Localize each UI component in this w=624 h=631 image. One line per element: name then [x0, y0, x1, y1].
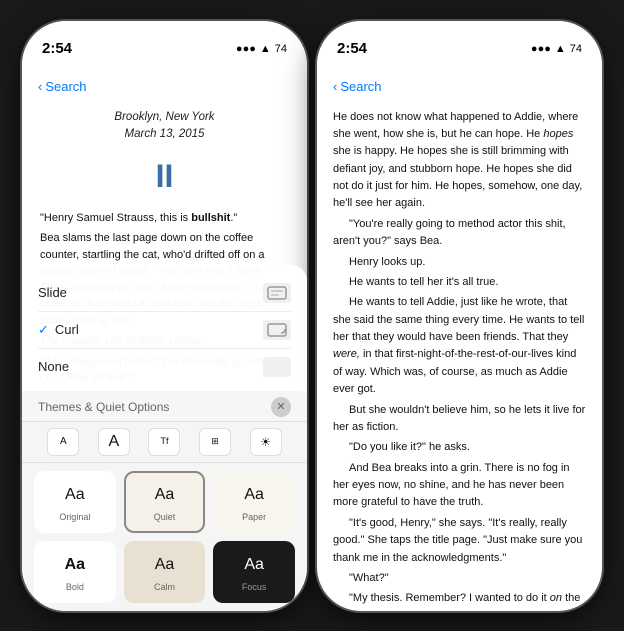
status-bar-right: 2:54 ●●● ▲ 74	[317, 21, 602, 65]
overlay-panel: Slide ✓ Curl	[22, 265, 307, 611]
font-controls: A A Tf ⊞ ☀	[22, 421, 307, 463]
theme-calm[interactable]: Aa Calm	[124, 541, 206, 603]
scroll-option-curl[interactable]: ✓ Curl	[38, 312, 291, 349]
brightness-button[interactable]: ☀	[250, 428, 282, 456]
scroll-option-slide[interactable]: Slide	[38, 275, 291, 312]
none-icon	[263, 357, 291, 377]
theme-quiet-name: Quiet	[154, 511, 176, 525]
theme-focus-aa: Aa	[244, 553, 264, 578]
theme-bold[interactable]: Aa Bold	[34, 541, 116, 603]
battery-icon: 74	[275, 43, 287, 55]
curl-label: Curl	[55, 320, 79, 340]
time-right: 2:54	[337, 40, 367, 57]
chapter-number: II	[40, 152, 289, 202]
scroll-options: Slide ✓ Curl	[22, 265, 307, 391]
time-left: 2:54	[42, 40, 72, 57]
back-button-left[interactable]: ‹ Search	[38, 79, 87, 94]
slide-label: Slide	[38, 283, 67, 303]
status-icons-right: ●●● ▲ 74	[531, 43, 582, 55]
back-chevron-icon: ‹	[38, 79, 42, 94]
scroll-option-none[interactable]: None	[38, 349, 291, 385]
theme-paper-name: Paper	[242, 511, 266, 525]
back-button-right[interactable]: ‹ Search	[333, 79, 382, 94]
wifi-icon-right: ▲	[555, 43, 566, 55]
theme-paper-aa: Aa	[244, 483, 264, 508]
font-decrease-button[interactable]: A	[47, 428, 79, 456]
themes-title: Themes & Quiet Options	[38, 398, 169, 417]
close-button[interactable]: ✕	[271, 397, 291, 417]
nav-bar-right: ‹ Search	[317, 65, 602, 109]
status-icons-left: ●●● ▲ 74	[236, 43, 287, 55]
reader-content-left: Brooklyn, New York March 13, 2015 II "He…	[22, 109, 307, 611]
theme-focus[interactable]: Aa Focus	[213, 541, 295, 603]
nav-bar-left: ‹ Search	[22, 65, 307, 109]
theme-bold-name: Bold	[66, 581, 84, 595]
theme-focus-name: Focus	[242, 581, 267, 595]
phones-container: 2:54 ●●● ▲ 74 ‹ Search Brooklyn, New Yor…	[22, 21, 602, 611]
check-icon: ✓	[38, 320, 49, 340]
book-location: Brooklyn, New York March 13, 2015	[40, 109, 289, 145]
none-label: None	[38, 357, 69, 377]
theme-original-aa: Aa	[65, 483, 85, 508]
theme-original-name: Original	[59, 511, 90, 525]
signal-icon-right: ●●●	[531, 43, 551, 55]
curl-icon	[263, 320, 291, 340]
font-style-button[interactable]: Tf	[148, 428, 180, 456]
signal-icon: ●●●	[236, 43, 256, 55]
right-phone: 2:54 ●●● ▲ 74 ‹ Search He does not know …	[317, 21, 602, 611]
back-chevron-icon-right: ‹	[333, 79, 337, 94]
theme-quiet-aa: Aa	[155, 483, 175, 508]
theme-quiet[interactable]: Aa Quiet	[124, 471, 206, 533]
theme-original[interactable]: Aa Original	[34, 471, 116, 533]
back-label-right: Search	[340, 79, 381, 94]
themes-header: Themes & Quiet Options ✕	[22, 391, 307, 421]
theme-bold-aa: Aa	[65, 553, 85, 578]
themes-grid: Aa Original Aa Quiet Aa Paper Aa Bold	[22, 463, 307, 610]
right-reader: He does not know what happened to Addie,…	[317, 109, 602, 611]
slide-icon	[263, 283, 291, 303]
battery-icon-right: 74	[570, 43, 582, 55]
status-bar-left: 2:54 ●●● ▲ 74	[22, 21, 307, 65]
left-phone: 2:54 ●●● ▲ 74 ‹ Search Brooklyn, New Yor…	[22, 21, 307, 611]
font-increase-button[interactable]: A	[98, 428, 130, 456]
theme-calm-aa: Aa	[155, 553, 175, 578]
theme-calm-name: Calm	[154, 581, 175, 595]
theme-paper[interactable]: Aa Paper	[213, 471, 295, 533]
back-label-left: Search	[45, 79, 86, 94]
layout-button[interactable]: ⊞	[199, 428, 231, 456]
wifi-icon: ▲	[260, 43, 271, 55]
